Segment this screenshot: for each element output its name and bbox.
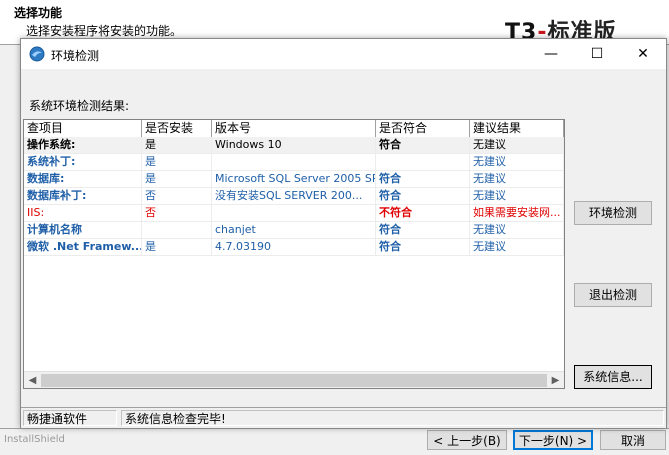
row-advice: 无建议 [470,239,564,255]
installshield-label: InstallShield [4,434,65,445]
row-version: 没有安装SQL SERVER 200... [212,188,376,204]
result-label: 系统环境检测结果: [29,99,130,113]
row-match: 不符合 [376,205,470,221]
minimize-button[interactable]: — [528,39,574,69]
row-item: 计算机名称 [24,222,142,238]
row-installed [142,222,212,238]
footer-divider [0,428,669,429]
scroll-right-icon[interactable]: ▶ [547,372,564,388]
status-company: 畅捷通软件 [23,410,117,426]
env-check-dialog: 环境检测 — ☐ ✕ 系统环境检测结果: 查项目 是否安装 版本号 是否符合 建… [20,38,667,428]
row-installed: 是 [142,154,212,170]
row-item: 微软 .Net Framew... [24,239,142,255]
row-installed: 是 [142,171,212,187]
results-grid[interactable]: 查项目 是否安装 版本号 是否符合 建议结果 操作系统: 是 Windows 1… [23,119,565,389]
installer-subtitle: 选择安装程序将安装的功能。 [26,24,183,38]
row-match: 符合 [376,239,470,255]
row-version: 4.7.03190 [212,239,376,255]
exit-check-button[interactable]: 退出检测 [574,283,652,307]
row-item: 系统补丁: [24,154,142,170]
table-row[interactable]: 数据库补丁: 否 没有安装SQL SERVER 200... 符合 无建议 [24,188,564,205]
row-item: 数据库补丁: [24,188,142,204]
table-row[interactable]: 数据库: 是 Microsoft SQL Server 2005 SP1 符合 … [24,171,564,188]
row-advice: 无建议 [470,222,564,238]
col-match-header[interactable]: 是否符合 [376,120,470,137]
row-match: 符合 [376,137,470,153]
row-match [376,154,470,170]
cancel-button[interactable]: 取消 [600,430,666,450]
scroll-thumb[interactable] [41,374,547,387]
row-match: 符合 [376,188,470,204]
row-version: Windows 10 [212,137,376,153]
status-message: 系统信息检查完毕! [121,410,664,426]
table-row[interactable]: 计算机名称 chanjet 符合 无建议 [24,222,564,239]
table-row[interactable]: 微软 .Net Framew... 是 4.7.03190 符合 无建议 [24,239,564,256]
maximize-button[interactable]: ☐ [574,39,620,69]
next-button[interactable]: 下一步(N) > [513,430,593,450]
grid-header: 查项目 是否安装 版本号 是否符合 建议结果 [24,120,564,138]
table-row[interactable]: 操作系统: 是 Windows 10 符合 无建议 [24,137,564,154]
status-bar: 畅捷通软件 系统信息检查完毕! [21,407,666,428]
row-match: 符合 [376,171,470,187]
row-installed: 是 [142,239,212,255]
dialog-title: 环境检测 [51,49,100,63]
row-item: IIS: [24,205,142,221]
row-advice: 无建议 [470,137,564,153]
row-installed: 否 [142,188,212,204]
row-installed: 否 [142,205,212,221]
row-advice: 无建议 [470,188,564,204]
system-info-button[interactable]: 系统信息... [574,365,652,389]
col-advice-header[interactable]: 建议结果 [470,120,564,137]
close-button[interactable]: ✕ [620,39,666,69]
row-advice: 如果需要安装网... [470,205,564,221]
row-advice: 无建议 [470,171,564,187]
back-button[interactable]: < 上一步(B) [427,430,507,450]
installer-title: 选择功能 [14,6,63,20]
row-version: Microsoft SQL Server 2005 SP1 [212,171,376,187]
scroll-left-icon[interactable]: ◀ [24,372,41,388]
env-check-button[interactable]: 环境检测 [574,201,652,225]
row-version [212,154,376,170]
dialog-titlebar[interactable]: 环境检测 — ☐ ✕ [21,39,666,69]
table-row[interactable]: 系统补丁: 是 无建议 [24,154,564,171]
horizontal-scrollbar[interactable]: ◀ ▶ [24,371,564,388]
row-installed: 是 [142,137,212,153]
col-installed-header[interactable]: 是否安装 [142,120,212,137]
row-item: 数据库: [24,171,142,187]
row-item: 操作系统: [24,137,142,153]
row-match: 符合 [376,222,470,238]
row-advice: 无建议 [470,154,564,170]
app-icon [29,46,45,62]
col-version-header[interactable]: 版本号 [212,120,376,137]
row-version [212,205,376,221]
row-version: chanjet [212,222,376,238]
table-row[interactable]: IIS: 否 不符合 如果需要安装网... [24,205,564,222]
col-item-header[interactable]: 查项目 [24,120,142,137]
